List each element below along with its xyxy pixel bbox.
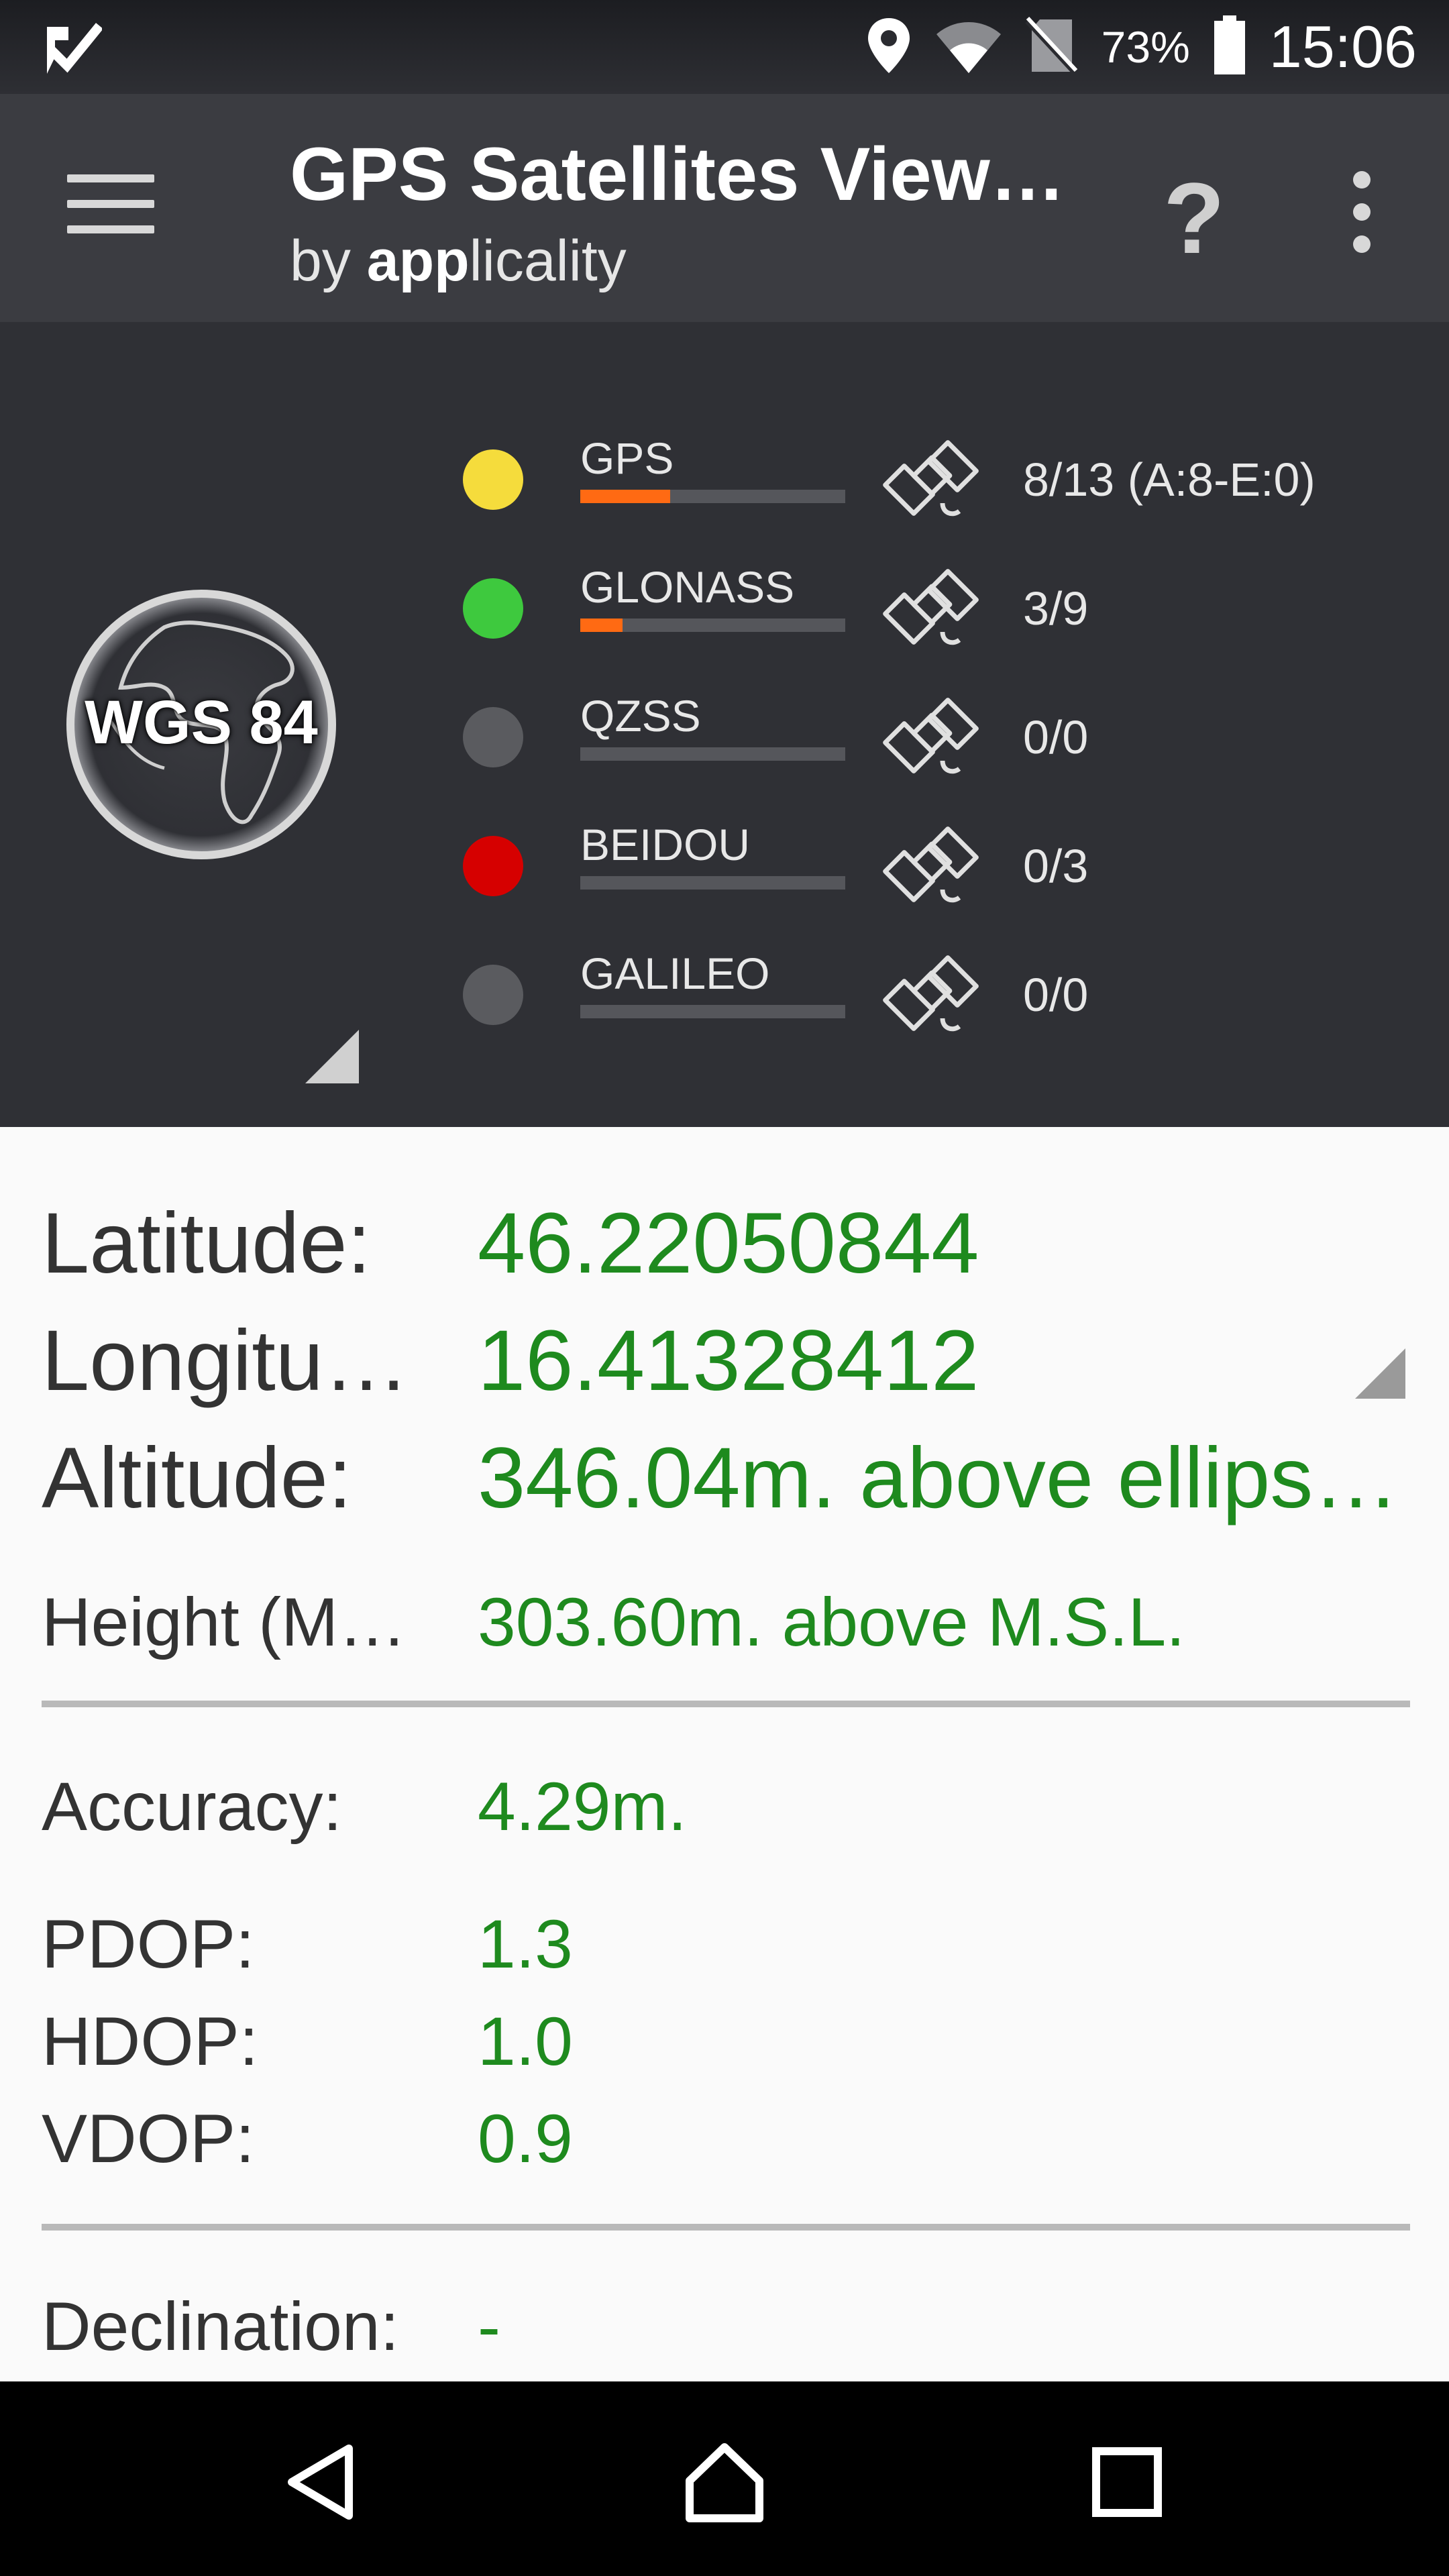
accuracy-row: Accuracy: 4.29m.: [42, 1761, 1417, 1848]
app-bar: GPS Satellites View… by applicality ?: [0, 94, 1449, 322]
hdop-row: HDOP: 1.0: [42, 1996, 1417, 2083]
vdop-value: 0.9: [478, 2100, 573, 2177]
height-msl-row: Height (M… 303.60m. above M.S.L.: [42, 1576, 1417, 1664]
satellite-count: 0/0: [1023, 969, 1089, 1021]
status-bar: 73% 15:06: [0, 0, 1449, 94]
signal-bar-fill: [580, 490, 670, 503]
back-icon[interactable]: [275, 2435, 369, 2529]
latitude-label: Latitude:: [42, 1195, 372, 1291]
no-sim-icon: [1024, 15, 1079, 79]
status-dot: [463, 707, 523, 767]
divider: [42, 1701, 1410, 1707]
signal-bar: [580, 619, 845, 632]
hdop-value: 1.0: [478, 2003, 573, 2080]
datum-label: WGS 84: [85, 688, 318, 757]
declination-label: Declination:: [42, 2288, 399, 2365]
accuracy-label: Accuracy:: [42, 1768, 342, 1845]
position-info-panel: Latitude: 46.22050844 Longitu… 16.413284…: [0, 1127, 1449, 2381]
satellite-count: 0/0: [1023, 711, 1089, 763]
accuracy-value: 4.29m.: [478, 1768, 687, 1845]
check-notification-icon: [42, 20, 103, 80]
subtitle-brand-bold: app: [366, 229, 470, 293]
expand-corner-icon[interactable]: [305, 1030, 359, 1083]
gnss-row-glonass[interactable]: GLONASS 3/9: [463, 551, 1402, 652]
altitude-value: 346.04m. above ellips…: [478, 1430, 1399, 1526]
location-icon: [865, 15, 912, 79]
altitude-label: Altitude:: [42, 1430, 352, 1526]
wifi-icon: [935, 17, 1002, 78]
vdop-row: VDOP: 0.9: [42, 2093, 1417, 2180]
subtitle-prefix: by: [290, 229, 367, 293]
navigation-bar: [0, 2381, 1449, 2576]
status-dot: [463, 965, 523, 1025]
battery-percent: 73%: [1101, 22, 1190, 72]
pdop-label: PDOP:: [42, 1906, 255, 1982]
menu-icon[interactable]: [67, 174, 154, 241]
satellite-count: 8/13 (A:8-E:0): [1023, 453, 1316, 506]
status-dot: [463, 449, 523, 510]
satellite-icon: [882, 558, 983, 659]
home-icon[interactable]: [678, 2435, 771, 2529]
satellite-panel: WGS 84 GPS 8/13 (A:8-E:0) GLONASS 3/9 QZSS 0/…: [0, 322, 1449, 1127]
battery-icon: [1213, 15, 1246, 79]
gnss-row-qzss[interactable]: QZSS 0/0: [463, 680, 1402, 781]
satellite-icon: [882, 687, 983, 788]
status-dot: [463, 578, 523, 639]
gnss-name: GALILEO: [580, 949, 770, 998]
more-options-icon[interactable]: [1342, 171, 1382, 265]
signal-bar: [580, 747, 845, 761]
height-msl-label: Height (M…: [42, 1584, 407, 1660]
satellite-count: 3/9: [1023, 582, 1089, 635]
satellite-count: 0/3: [1023, 840, 1089, 892]
longitude-row: Longitu… 16.41328412: [42, 1298, 1417, 1409]
signal-bar: [580, 876, 845, 890]
satellite-icon: [882, 816, 983, 916]
signal-bar: [580, 1005, 845, 1018]
gnss-name: GPS: [580, 433, 674, 483]
height-msl-value: 303.60m. above M.S.L.: [478, 1584, 1185, 1660]
gnss-name: GLONASS: [580, 562, 795, 612]
subtitle-brand-rest: licality: [469, 229, 627, 293]
app-title: GPS Satellites View…: [290, 132, 1065, 216]
declination-value: -: [478, 2288, 500, 2365]
expand-corner-icon[interactable]: [1355, 1348, 1405, 1399]
signal-bar-fill: [580, 619, 623, 632]
app-subtitle: by applicality: [290, 228, 627, 294]
declination-row: Declination: -: [42, 2281, 1417, 2368]
longitude-label: Longitu…: [42, 1313, 409, 1409]
gnss-row-gps[interactable]: GPS 8/13 (A:8-E:0): [463, 423, 1402, 523]
satellite-icon: [882, 429, 983, 530]
vdop-label: VDOP:: [42, 2100, 255, 2177]
longitude-value: 16.41328412: [478, 1313, 979, 1409]
hdop-label: HDOP:: [42, 2003, 259, 2080]
divider: [42, 2224, 1410, 2231]
pdop-value: 1.3: [478, 1906, 573, 1982]
latitude-row: Latitude: 46.22050844: [42, 1181, 1417, 1291]
pdop-row: PDOP: 1.3: [42, 1898, 1417, 1986]
help-button[interactable]: ?: [1161, 161, 1228, 275]
latitude-value: 46.22050844: [478, 1195, 979, 1291]
clock: 15:06: [1269, 13, 1417, 80]
status-dot: [463, 836, 523, 896]
recents-icon[interactable]: [1080, 2435, 1174, 2529]
gnss-row-beidou[interactable]: BEIDOU 0/3: [463, 809, 1402, 910]
gnss-row-galileo[interactable]: GALILEO 0/0: [463, 938, 1402, 1038]
altitude-row: Altitude: 346.04m. above ellips…: [42, 1415, 1417, 1526]
signal-bar: [580, 490, 845, 503]
satellite-icon: [882, 945, 983, 1045]
gnss-name: QZSS: [580, 691, 701, 741]
gnss-name: BEIDOU: [580, 820, 751, 869]
